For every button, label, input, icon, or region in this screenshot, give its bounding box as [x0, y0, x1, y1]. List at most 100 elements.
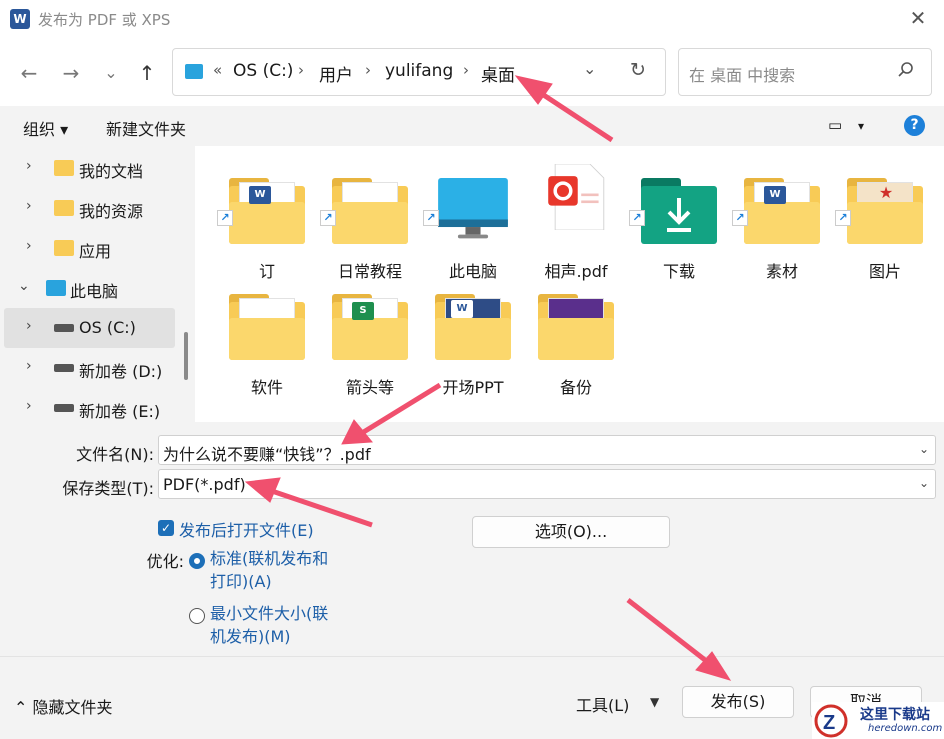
save-type-label: 保存类型(T):	[62, 479, 154, 498]
close-button[interactable]: ✕	[906, 6, 930, 30]
title-bar: W 发布为 PDF 或 XPS ✕	[0, 0, 944, 38]
folder-icon	[54, 160, 74, 176]
search-box[interactable]: 在 桌面 中搜索	[678, 48, 932, 96]
chevron-down-icon[interactable]: ⌄	[919, 476, 929, 490]
chevron-right-icon[interactable]: ›	[26, 238, 32, 254]
folder-icon: W	[229, 178, 305, 244]
help-icon[interactable]: ?	[904, 115, 925, 136]
sidebar-item-drive-e[interactable]: › 新加卷 (E:)	[4, 388, 175, 422]
address-bar[interactable]: « OS (C:) › 用户 › yulifang › 桌面 ⌄ ↻	[172, 48, 666, 96]
sidebar-item-label: 应用	[79, 242, 112, 261]
sidebar-item-label: 新加卷 (E:)	[79, 402, 161, 421]
refresh-icon[interactable]: ↻	[630, 59, 646, 81]
breadcrumb-overflow[interactable]: «	[213, 61, 222, 79]
star-icon: ★	[878, 183, 894, 202]
file-name: 素材	[765, 262, 798, 281]
sidebar-item-label: OS (C:)	[79, 318, 136, 337]
new-folder-button[interactable]: 新建文件夹	[106, 116, 186, 140]
file-item-software[interactable]: 软件	[217, 274, 317, 397]
chevron-right-icon[interactable]: ›	[26, 398, 32, 414]
file-name: 软件	[250, 378, 283, 397]
file-item-materials[interactable]: W ↗ 素材	[732, 158, 832, 281]
tools-dropdown-icon[interactable]: ▼	[650, 695, 659, 709]
shortcut-arrow-icon: ↗	[629, 210, 645, 226]
sidebar-item-this-pc[interactable]: ⌄ 此电脑	[4, 268, 175, 308]
hide-folders-label: 隐藏文件夹	[32, 698, 113, 717]
save-type-select[interactable]: PDF(*.pdf) ⌄	[158, 469, 936, 499]
sidebar-item-apps[interactable]: › 应用	[4, 228, 175, 268]
filename-input[interactable]: 为什么说不要赚“快钱”？.pdf	[163, 441, 371, 465]
minimum-option-line1: 最小文件大小(联	[210, 604, 329, 623]
sidebar-item-label: 新加卷 (D:)	[79, 362, 163, 381]
file-name: 下载	[662, 262, 695, 281]
view-icon[interactable]: ▭	[828, 116, 842, 134]
sidebar-item-my-documents[interactable]: › 我的文档	[4, 148, 175, 188]
file-name: 图片	[868, 262, 901, 281]
view-chevron-icon[interactable]: ▾	[858, 119, 864, 133]
sidebar-item-label: 我的资源	[79, 202, 144, 221]
chevron-right-icon[interactable]: ›	[26, 198, 32, 214]
file-item-ding[interactable]: W ↗ 订	[217, 158, 317, 281]
back-button[interactable]: ←	[16, 60, 42, 86]
tools-menu[interactable]: 工具(L)	[576, 692, 629, 716]
minimum-size-option-label[interactable]: 最小文件大小(联 机发布)(M)	[210, 602, 328, 648]
file-name: 箭头等	[345, 378, 394, 397]
search-icon[interactable]	[897, 61, 915, 79]
save-options-panel: 文件名(N): 为什么说不要赚“快钱”？.pdf ⌄ 保存类型(T): PDF(…	[0, 422, 944, 739]
breadcrumb-separator[interactable]: ›	[463, 61, 469, 79]
shortcut-arrow-icon: ↗	[732, 210, 748, 226]
chevron-right-icon[interactable]: ›	[26, 358, 32, 374]
folder-icon: ★	[847, 178, 923, 244]
breadcrumb-os-c[interactable]: OS (C:)	[233, 61, 293, 81]
pdf-file-icon	[548, 164, 605, 230]
file-item-xiangsheng-pdf[interactable]: 相声.pdf	[526, 158, 626, 281]
standard-radio[interactable]	[189, 553, 205, 569]
breadcrumb-separator[interactable]: ›	[298, 61, 304, 79]
chevron-down-icon[interactable]: ⌄	[919, 442, 929, 456]
chevron-right-icon[interactable]: ›	[26, 318, 32, 334]
sidebar-item-label: 此电脑	[70, 282, 119, 301]
site-watermark: Z 这里下载站 heredown.com	[812, 702, 944, 739]
address-history-chevron-icon[interactable]: ⌄	[583, 59, 596, 78]
organize-menu[interactable]: 组织 ▾	[23, 116, 68, 140]
standard-option-label[interactable]: 标准(联机发布和 打印)(A)	[210, 547, 328, 593]
sidebar-item-os-c[interactable]: › OS (C:)	[4, 308, 175, 348]
options-button[interactable]: 选项(O)...	[472, 516, 670, 548]
breadcrumb-yulifang[interactable]: yulifang	[385, 61, 453, 81]
file-item-pictures[interactable]: ★ ↗ 图片	[835, 158, 935, 281]
shortcut-arrow-icon: ↗	[423, 210, 439, 226]
shortcut-arrow-icon: ↗	[835, 210, 851, 226]
breadcrumb-desktop[interactable]: 桌面	[481, 61, 515, 86]
open-after-publish-label[interactable]: 发布后打开文件(E)	[179, 517, 314, 541]
publish-button[interactable]: 发布(S)	[682, 686, 794, 718]
up-button[interactable]: ↑	[134, 60, 160, 86]
sidebar-item-my-resources[interactable]: › 我的资源	[4, 188, 175, 228]
recent-locations-button[interactable]: ⌄	[98, 60, 124, 86]
minimum-size-radio[interactable]	[189, 608, 205, 624]
sidebar-scrollbar[interactable]	[184, 332, 188, 380]
breadcrumb-separator[interactable]: ›	[365, 61, 371, 79]
folder-icon: W	[744, 178, 820, 244]
forward-button[interactable]: →	[58, 60, 84, 86]
file-item-this-pc[interactable]: ↗ 此电脑	[423, 158, 523, 281]
file-item-downloads[interactable]: ↗ 下载	[629, 158, 729, 281]
this-pc-icon	[46, 280, 66, 296]
file-item-opening-ppt[interactable]: W 开场PPT	[423, 274, 523, 397]
file-item-backup[interactable]: 备份	[526, 274, 626, 397]
breadcrumb-users[interactable]: 用户	[319, 61, 353, 86]
chevron-down-icon[interactable]: ⌄	[18, 278, 30, 294]
hide-folders-toggle[interactable]: ⌃ 隐藏文件夹	[14, 694, 113, 718]
folder-icon	[332, 178, 408, 244]
search-input[interactable]: 在 桌面 中搜索	[689, 62, 795, 86]
site-logo-icon: Z	[814, 704, 848, 738]
open-after-publish-checkbox[interactable]: ✓	[158, 520, 174, 536]
file-item-daily-tutorials[interactable]: ↗ 日常教程	[320, 158, 420, 281]
folder-icon	[54, 200, 74, 216]
sidebar-item-drive-d[interactable]: › 新加卷 (D:)	[4, 348, 175, 388]
file-item-arrows[interactable]: S 箭头等	[320, 274, 420, 397]
word-doc-icon: W	[451, 300, 473, 318]
this-pc-icon	[185, 64, 203, 79]
filename-field[interactable]: 为什么说不要赚“快钱”？.pdf ⌄	[158, 435, 936, 465]
shortcut-arrow-icon: ↗	[217, 210, 233, 226]
chevron-right-icon[interactable]: ›	[26, 158, 32, 174]
